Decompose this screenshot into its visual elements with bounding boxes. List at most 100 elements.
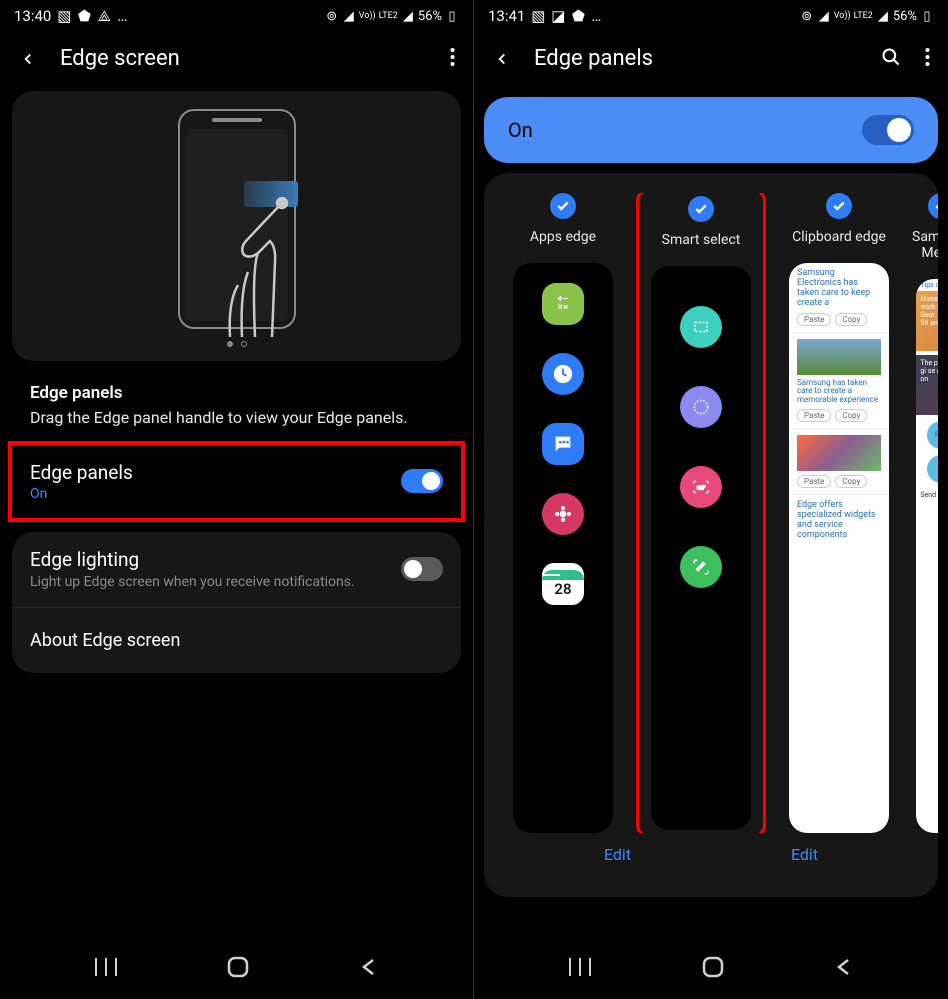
image-icon: ▧ [57,9,71,23]
panel-name: Clipboard edge [792,229,886,245]
signal-icon: ◢ [342,9,356,23]
check-icon[interactable] [688,196,714,222]
panel-preview: Tips of toda Make your work with the Gea… [916,279,938,833]
send-icon: ✎ [927,455,938,483]
panel-name: Apps edge [530,229,596,245]
setting-about[interactable]: About Edge screen [12,608,461,673]
clip-text: Edge offers specialized widgets and serv… [797,501,881,541]
setting-sub: Light up Edge screen when you receive no… [30,573,401,591]
page-title: Edge panels [534,46,859,71]
status-time: 13:41 [488,7,525,25]
wifi-icon: ⊚ [800,9,814,23]
memo-card: The perfect gi se always on [916,355,938,415]
rectangle-select-icon [680,306,722,348]
on-label: On [508,118,533,142]
gif-select-icon: GIF [680,466,722,508]
volte-label: Vo)) [359,11,376,21]
shield-icon: ⬟ [77,9,91,23]
volte-label: Vo)) [834,11,851,21]
status-bar: 13:41 ▧ ◪ ⬟ … ⊚ ◢ Vo)) LTE2 ◢ 56% ▯ [474,0,948,32]
memo-tips: Tips of toda [916,279,938,291]
more-icon: … [591,7,601,25]
page-dots [227,341,247,347]
edit-row: Edit Edit [484,833,938,864]
section-desc: Drag the Edge panel handle to view your … [30,407,443,429]
home-button[interactable] [227,956,249,982]
messages-icon [542,423,584,465]
panels-container: Apps edge +−×= ▬▬▬28 Smart select GIF [484,173,938,897]
check-icon[interactable] [550,193,576,219]
svg-text:GIF: GIF [697,485,706,491]
more-menu-icon[interactable] [925,47,930,71]
net-label: LTE2 [379,11,398,21]
master-toggle[interactable] [862,115,914,145]
edit-link[interactable]: Edit [791,845,818,864]
back-button[interactable] [18,49,38,69]
edge-lighting-toggle[interactable] [401,557,443,581]
image-icon: ▧ [531,9,545,23]
signal2-icon: ◢ [401,9,415,23]
calendar-icon: ▬▬▬28 [542,563,584,605]
check-icon[interactable] [826,193,852,219]
section-header: Edge panels Drag the Edge panel handle t… [0,371,473,433]
clock-icon [542,353,584,395]
panel-list[interactable]: Apps edge +−×= ▬▬▬28 Smart select GIF [484,193,938,833]
clip-text: Samsung Electronics has taken care to ke… [797,269,881,309]
clip-text: Samsung has taken care to create a memor… [797,379,881,405]
illustration-card [12,91,461,361]
setting-edge-panels[interactable]: Edge panels On [8,441,465,522]
chat-icon: ◪ [551,9,565,23]
paste-btn: Paste [797,475,831,488]
copy-btn: Copy [835,409,867,422]
signal2-icon: ◢ [876,9,890,23]
back-nav-button[interactable] [835,958,853,980]
check-icon[interactable] [928,193,938,219]
send-label: Send feed [916,489,938,501]
header: Edge screen [0,32,473,91]
screen-edge-panels: 13:41 ▧ ◪ ⬟ … ⊚ ◢ Vo)) LTE2 ◢ 56% ▯ Edge… [474,0,948,999]
panel-name: Smart select [662,232,741,248]
copy-btn: Copy [835,475,867,488]
back-nav-button[interactable] [360,958,378,980]
net-label: LTE2 [854,11,873,21]
section-title: Edge panels [30,383,443,403]
more-icon: … [117,7,127,25]
setting-status: On [30,486,401,502]
cast-icon: ⟁ [97,9,111,23]
recents-button[interactable] [569,958,591,980]
recents-button[interactable] [95,958,117,980]
setting-edge-lighting[interactable]: Edge lighting Light up Edge screen when … [12,532,461,608]
hand-icon [210,197,300,341]
pin-select-icon [680,546,722,588]
panel-preview: Samsung Electronics has taken care to ke… [789,263,889,833]
panel-smart-select[interactable]: Smart select GIF [636,193,766,833]
back-button[interactable] [492,49,512,69]
panel-preview: GIF [651,266,751,830]
battery-pct: 56% [418,9,442,24]
home-button[interactable] [702,956,724,982]
on-banner: On [484,97,938,163]
setting-label: Edge panels [30,461,401,484]
wifi-icon: ⊚ [325,9,339,23]
panel-samsung-memo[interactable]: Samsung Memo Tips of toda Make your work… [912,193,938,833]
battery-icon: ▯ [445,9,459,23]
faq-icon: FAQ [927,421,938,449]
more-menu-icon[interactable] [450,47,455,71]
panel-clipboard-edge[interactable]: Clipboard edge Samsung Electronics has t… [774,193,904,833]
status-time: 13:40 [14,7,51,25]
screen-edge-screen: 13:40 ▧ ⬟ ⟁ … ⊚ ◢ Vo)) LTE2 ◢ 56% ▯ Edge… [0,0,474,999]
search-icon[interactable] [881,47,901,71]
shield-icon: ⬟ [571,9,585,23]
panel-preview: +−×= ▬▬▬28 [513,263,613,833]
copy-btn: Copy [835,313,867,326]
edit-link[interactable]: Edit [604,845,631,864]
gallery-icon [542,493,584,535]
battery-icon: ▯ [920,9,934,23]
nav-bar [474,949,948,989]
nav-bar [0,949,473,989]
signal-icon: ◢ [817,9,831,23]
panel-name: Samsung Memo [912,229,938,261]
panel-apps-edge[interactable]: Apps edge +−×= ▬▬▬28 [498,193,628,833]
battery-pct: 56% [893,9,917,24]
edge-panels-toggle[interactable] [401,469,443,493]
